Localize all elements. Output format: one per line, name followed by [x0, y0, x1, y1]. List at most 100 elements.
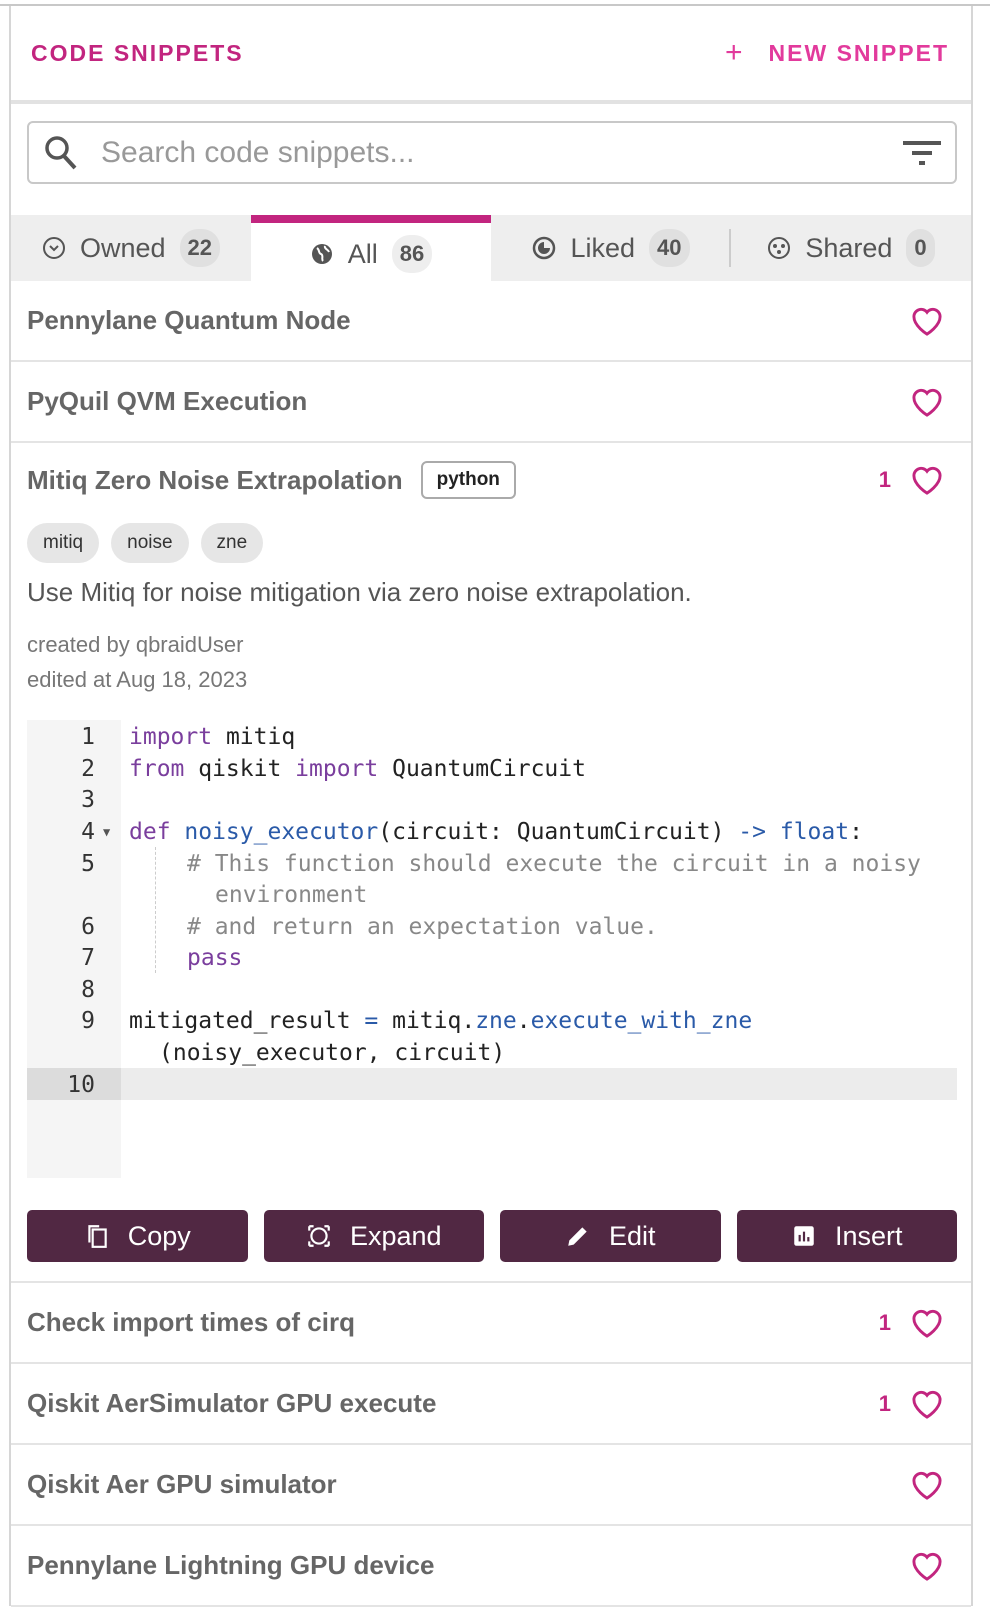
snippet-name: Pennylane Lightning GPU device	[27, 1550, 435, 1580]
copy-icon	[88, 1225, 107, 1248]
code-token: .	[516, 1008, 531, 1034]
language-badge: python	[420, 461, 516, 499]
pencil-icon	[568, 1227, 587, 1246]
insert-label: Insert	[834, 1220, 903, 1251]
tab-label: Liked	[570, 232, 636, 263]
code-token: =	[364, 1008, 379, 1034]
created-by: created by qbraidUser	[27, 632, 244, 657]
tab-label: Owned	[79, 232, 166, 263]
code-token: float	[766, 819, 850, 845]
snippet-name: PyQuil QVM Execution	[27, 386, 308, 416]
snippet-description: Use Mitiq for noise mitigation via zero …	[27, 577, 692, 607]
code-editor[interactable]: 1 import mitiq 2 from qiskit import Quantu…	[27, 720, 957, 1178]
heart-icon[interactable]	[909, 1550, 945, 1582]
code-token: from	[129, 756, 185, 782]
like-count: 1	[878, 1390, 891, 1416]
line-number: 4	[81, 819, 95, 845]
fold-arrow-icon[interactable]: ▼	[103, 816, 110, 848]
snippet-name: Mitiq Zero Noise Extrapolation	[27, 464, 403, 495]
globe-icon	[311, 244, 332, 264]
tab-count: 0	[906, 229, 935, 267]
tab-label: Shared	[805, 232, 893, 263]
heart-icon[interactable]	[909, 1307, 945, 1339]
snippet-row[interactable]: Check import times of cirq 1	[11, 1283, 971, 1364]
code-token: import	[129, 724, 213, 750]
snippet-name: Qiskit Aer GPU simulator	[27, 1469, 337, 1499]
tag[interactable]: noise	[111, 523, 189, 563]
code-token: QuantumCircuit	[378, 756, 586, 782]
code-token: (noisy_executor, circuit)	[159, 1040, 506, 1066]
heart-icon[interactable]	[909, 1388, 945, 1420]
line-number: 3	[81, 787, 95, 813]
snippet-row[interactable]: Qiskit Aer GPU simulator	[11, 1445, 971, 1526]
expand-icon	[308, 1225, 330, 1247]
code-token: import	[295, 756, 379, 782]
edited-at: edited at Aug 18, 2023	[27, 667, 248, 692]
snippet-name: Check import times of cirq	[27, 1307, 355, 1337]
code-comment: # This function should execute the circu…	[187, 851, 921, 877]
copy-button[interactable]: Copy	[27, 1210, 248, 1262]
panel-title: CODE SNIPPETS	[31, 39, 244, 66]
snippet-row[interactable]: Pennylane Quantum Node	[11, 281, 971, 362]
tab-owned[interactable]: Owned 22	[11, 215, 251, 281]
search-icon	[45, 135, 77, 169]
header-divider	[11, 100, 971, 104]
search-input[interactable]	[101, 135, 903, 170]
panel-header: CODE SNIPPETS + NEW SNIPPET	[11, 6, 971, 100]
tab-shared[interactable]: Shared 0	[731, 215, 971, 281]
new-snippet-label: NEW SNIPPET	[768, 39, 949, 66]
filter-icon[interactable]	[903, 139, 941, 167]
snippet-actions: Copy Expand Edit Insert	[27, 1210, 957, 1262]
liked-icon	[533, 236, 556, 260]
heart-icon[interactable]	[909, 1469, 945, 1501]
code-token: pass	[187, 945, 243, 971]
new-snippet-button[interactable]: + NEW SNIPPET	[725, 36, 949, 70]
line-number: 10	[67, 1072, 95, 1098]
tab-liked[interactable]: Liked 40	[491, 215, 731, 281]
copy-label: Copy	[127, 1220, 191, 1251]
line-number: 7	[81, 945, 95, 971]
expand-button[interactable]: Expand	[263, 1210, 484, 1262]
tag[interactable]: zne	[200, 523, 264, 563]
code-token: execute_with_zne	[530, 1008, 753, 1034]
code-token: mitigated_result	[129, 1008, 365, 1034]
tab-count: 40	[649, 229, 690, 267]
heart-icon[interactable]	[909, 386, 945, 418]
code-token: (circuit: QuantumCircuit)	[378, 819, 739, 845]
expand-label: Expand	[349, 1220, 442, 1251]
tag[interactable]: mitiq	[27, 523, 100, 563]
tab-label: All	[347, 238, 378, 269]
line-number: 9	[81, 1008, 95, 1034]
line-number: 5	[81, 851, 95, 877]
heart-icon[interactable]	[909, 464, 945, 496]
like-count: 1	[878, 467, 891, 492]
snippet-row[interactable]: Qiskit AerSimulator GPU execute 1	[11, 1364, 971, 1445]
tab-count: 86	[391, 235, 433, 273]
snippet-row[interactable]: PyQuil QVM Execution	[11, 362, 971, 443]
owned-icon	[42, 237, 65, 259]
code-token: zne	[475, 1008, 517, 1034]
expanded-snippet: Mitiq Zero Noise Extrapolation python 1 …	[11, 441, 971, 1283]
code-comment: environment	[215, 882, 368, 908]
snippet-name: Pennylane Quantum Node	[27, 305, 351, 335]
tab-all[interactable]: All 86	[251, 215, 491, 281]
line-number: 2	[81, 756, 95, 782]
like-count: 1	[878, 1309, 891, 1335]
insert-icon	[794, 1226, 814, 1246]
snippet-row[interactable]: Pennylane Lightning GPU device	[11, 1526, 971, 1607]
tab-count: 22	[179, 229, 221, 267]
code-token: noisy_executor	[170, 819, 379, 845]
search-box	[27, 121, 957, 184]
code-token: mitiq.	[378, 1008, 476, 1034]
code-token: def	[129, 819, 171, 845]
shared-icon	[768, 237, 791, 259]
line-number: 8	[81, 977, 95, 1003]
heart-icon[interactable]	[909, 305, 945, 337]
snippet-meta: created by qbraidUser edited at Aug 18, …	[27, 627, 247, 697]
code-token: qiskit	[184, 756, 296, 782]
edit-button[interactable]: Edit	[500, 1210, 721, 1262]
code-comment: # and return an expectation value.	[187, 914, 658, 940]
snippet-name: Qiskit AerSimulator GPU execute	[27, 1388, 437, 1418]
line-number: 6	[81, 914, 95, 940]
insert-button[interactable]: Insert	[736, 1210, 957, 1262]
